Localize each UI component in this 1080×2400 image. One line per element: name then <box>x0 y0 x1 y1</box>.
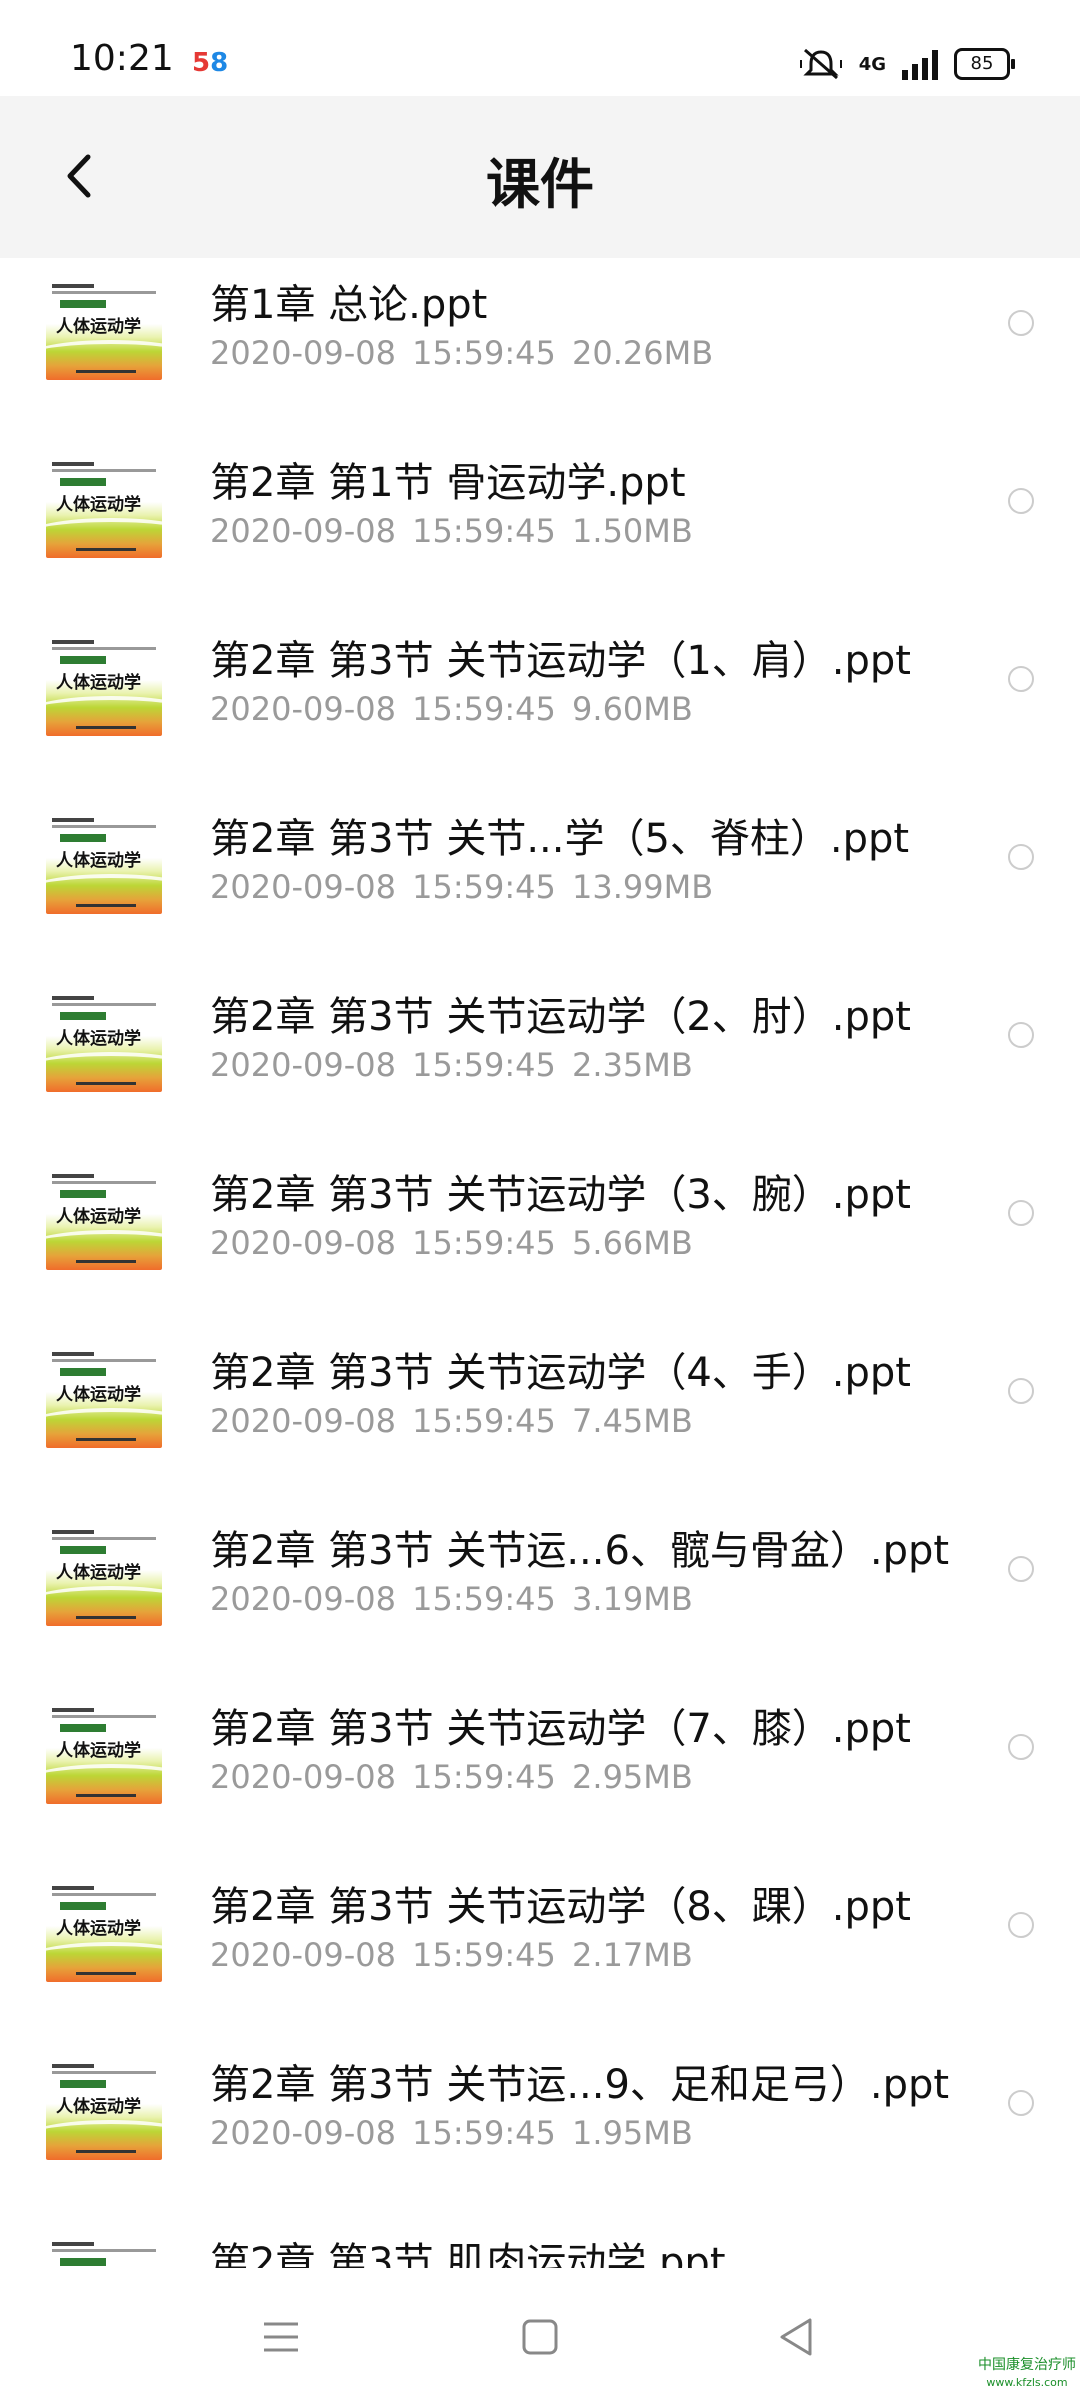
list-item[interactable]: 人体运动学 第2章 第3节 关节运动学（3、腕）.ppt 2020-09-08 … <box>0 1148 1080 1326</box>
select-radio[interactable] <box>1008 1734 1034 1760</box>
file-thumbnail: 人体运动学 <box>46 278 162 380</box>
file-thumbnail: 人体运动学 <box>46 990 162 1092</box>
file-name: 第2章 第3节 关节...学（5、脊柱）.ppt <box>210 816 910 862</box>
file-meta: 2020-09-08 15:59:45 2.17MB <box>210 1936 693 1974</box>
list-item[interactable]: 人体运动学 第2章 第1节 骨运动学.ppt 2020-09-08 15:59:… <box>0 436 1080 614</box>
list-item[interactable]: 人体运动学 第2章 第3节 关节运动学（7、膝）.ppt 2020-09-08 … <box>0 1682 1080 1860</box>
battery-icon: 85 <box>954 48 1015 80</box>
file-thumbnail: 人体运动学 <box>46 1524 162 1626</box>
file-name: 第1章 总论.ppt <box>210 282 488 328</box>
status-time: 10:21 <box>70 38 174 79</box>
menu-icon <box>264 2322 298 2352</box>
list-item[interactable]: 人体运动学 第2章 第3节 关节运动学（4、手）.ppt 2020-09-08 … <box>0 1326 1080 1504</box>
file-meta: 2020-09-08 15:59:45 1.50MB <box>210 512 693 550</box>
file-meta: 2020-09-08 15:59:45 5.66MB <box>210 1224 693 1262</box>
list-item[interactable]: 人体运动学 第2章 第3节 关节运...9、足和足弓）.ppt 2020-09-… <box>0 2038 1080 2216</box>
select-radio[interactable] <box>1008 2090 1034 2116</box>
file-thumbnail: 人体运动学 <box>46 634 162 736</box>
file-name: 第2章 第3节 关节运动学（3、腕）.ppt <box>210 1172 911 1218</box>
page-title: 课件 <box>486 153 594 216</box>
nav-back-button[interactable] <box>772 2312 822 2362</box>
list-item[interactable]: 人体运动学 第2章 第3节 肌肉运动学.ppt <box>0 2216 1080 2268</box>
select-radio[interactable] <box>1008 844 1034 870</box>
list-item[interactable]: 人体运动学 第2章 第3节 关节...学（5、脊柱）.ppt 2020-09-0… <box>0 792 1080 970</box>
file-thumbnail: 人体运动学 <box>46 812 162 914</box>
file-name: 第2章 第3节 关节运...6、髋与骨盆）.ppt <box>210 1528 950 1574</box>
file-name: 第2章 第3节 关节运动学（2、肘）.ppt <box>210 994 911 1040</box>
mute-icon <box>799 48 842 80</box>
select-radio[interactable] <box>1008 1022 1034 1048</box>
file-meta: 2020-09-08 15:59:45 20.26MB <box>210 334 714 372</box>
file-thumbnail: 人体运动学 <box>46 1346 162 1448</box>
file-name: 第2章 第3节 关节运动学（4、手）.ppt <box>210 1350 911 1396</box>
status-indicators: 4G 85 <box>799 44 1015 84</box>
file-meta: 2020-09-08 15:59:45 1.95MB <box>210 2114 693 2152</box>
system-nav-bar <box>0 2268 1080 2400</box>
file-thumbnail: 人体运动学 <box>46 1702 162 1804</box>
file-name: 第2章 第3节 关节运动学（1、肩）.ppt <box>210 638 911 684</box>
square-home-icon <box>522 2319 558 2355</box>
app-header: 课件 <box>0 96 1080 258</box>
signal-icon <box>902 48 938 80</box>
select-radio[interactable] <box>1008 1556 1034 1582</box>
watermark: 中国康复治疗师 www.kfzls.com <box>978 2357 1076 2389</box>
file-list: 人体运动学 第1章 总论.ppt 2020-09-08 15:59:45 20.… <box>0 258 1080 2268</box>
file-meta: 2020-09-08 15:59:45 2.95MB <box>210 1758 693 1796</box>
list-item[interactable]: 人体运动学 第2章 第3节 关节运...6、髋与骨盆）.ppt 2020-09-… <box>0 1504 1080 1682</box>
list-item[interactable]: 人体运动学 第2章 第3节 关节运动学（8、踝）.ppt 2020-09-08 … <box>0 1860 1080 2038</box>
file-name: 第2章 第3节 肌肉运动学.ppt <box>210 2240 726 2268</box>
file-thumbnail: 人体运动学 <box>46 1168 162 1270</box>
file-name: 第2章 第3节 关节运...9、足和足弓）.ppt <box>210 2062 950 2108</box>
file-meta: 2020-09-08 15:59:45 9.60MB <box>210 690 693 728</box>
file-meta: 2020-09-08 15:59:45 3.19MB <box>210 1580 693 1618</box>
select-radio[interactable] <box>1008 1912 1034 1938</box>
network-type: 4G <box>858 53 886 75</box>
select-radio[interactable] <box>1008 488 1034 514</box>
list-item[interactable]: 人体运动学 第2章 第3节 关节运动学（1、肩）.ppt 2020-09-08 … <box>0 614 1080 792</box>
select-radio[interactable] <box>1008 1200 1034 1226</box>
select-radio[interactable] <box>1008 666 1034 692</box>
app-notification-icon: 58 <box>192 48 229 78</box>
list-item[interactable]: 人体运动学 第2章 第3节 关节运动学（2、肘）.ppt 2020-09-08 … <box>0 970 1080 1148</box>
file-thumbnail: 人体运动学 <box>46 2058 162 2160</box>
file-meta: 2020-09-08 15:59:45 13.99MB <box>210 868 714 906</box>
recent-apps-button[interactable] <box>256 2312 306 2362</box>
file-meta: 2020-09-08 15:59:45 7.45MB <box>210 1402 693 1440</box>
select-radio[interactable] <box>1008 1378 1034 1404</box>
home-button[interactable] <box>515 2312 565 2362</box>
file-name: 第2章 第3节 关节运动学（7、膝）.ppt <box>210 1706 911 1752</box>
triangle-back-icon <box>780 2318 812 2356</box>
file-name: 第2章 第3节 关节运动学（8、踝）.ppt <box>210 1884 911 1930</box>
list-item[interactable]: 人体运动学 第1章 总论.ppt 2020-09-08 15:59:45 20.… <box>0 258 1080 436</box>
file-name: 第2章 第1节 骨运动学.ppt <box>210 460 686 506</box>
file-thumbnail: 人体运动学 <box>46 2236 162 2268</box>
file-thumbnail: 人体运动学 <box>46 1880 162 1982</box>
status-bar: 10:21 58 4G 85 <box>0 0 1080 96</box>
file-thumbnail: 人体运动学 <box>46 456 162 558</box>
file-meta: 2020-09-08 15:59:45 2.35MB <box>210 1046 693 1084</box>
select-radio[interactable] <box>1008 310 1034 336</box>
